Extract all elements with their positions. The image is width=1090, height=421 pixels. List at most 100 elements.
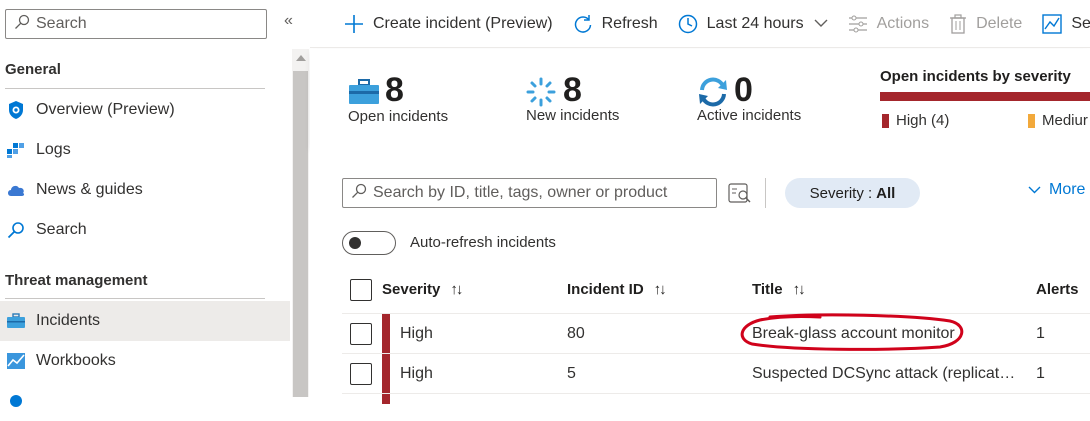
actions-label: Actions <box>876 14 930 32</box>
time-range-dropdown[interactable]: Last 24 hours <box>678 14 828 34</box>
delete-label: Delete <box>976 14 1023 32</box>
filter-divider <box>765 178 766 208</box>
table-row[interactable] <box>342 393 1090 404</box>
select-all-checkbox[interactable] <box>350 279 372 301</box>
search-icon <box>351 183 367 204</box>
open-incidents-label: Open incidents <box>348 108 449 125</box>
legend-swatch-high <box>882 113 889 128</box>
shield-icon <box>5 99 27 121</box>
active-incidents-label: Active incidents <box>697 107 802 124</box>
sort-icon: ↑↓ <box>653 281 667 298</box>
sidebar: Search « General Overview (Preview) Logs… <box>0 0 310 407</box>
legend-medium: Mediur <box>1028 112 1088 129</box>
plus-icon <box>344 14 364 34</box>
search-icon <box>14 14 30 35</box>
create-incident-button[interactable]: Create incident (Preview) <box>344 14 553 34</box>
more-filters-button[interactable]: More <box>1028 181 1085 199</box>
scan-search-icon[interactable] <box>728 181 752 210</box>
sidebar-item-search[interactable]: Search <box>0 210 290 250</box>
cell-incident-id: 5 <box>567 365 576 382</box>
column-header-severity[interactable]: Severity ↑↓ <box>382 281 463 298</box>
incident-search-placeholder: Search by ID, title, tags, owner or prod… <box>373 184 668 201</box>
scrollbar-thumb[interactable] <box>293 71 308 397</box>
clock-icon <box>678 14 698 34</box>
hunting-icon <box>5 390 27 412</box>
sidebar-search-input[interactable]: Search <box>5 9 267 39</box>
severity-filter-value: All <box>876 184 896 202</box>
legend-high-label: High (4) <box>896 112 950 129</box>
column-header-label: Alerts <box>1036 281 1079 298</box>
sidebar-item-logs[interactable]: Logs <box>0 130 290 170</box>
trash-icon <box>949 13 967 34</box>
legend-medium-label: Mediur <box>1042 112 1088 129</box>
command-bar: Create incident (Preview) Refresh Last 2… <box>310 0 1090 48</box>
column-header-label: Incident ID <box>567 281 644 298</box>
section-general: General <box>5 61 61 78</box>
collapse-sidebar-button[interactable]: « <box>284 12 293 30</box>
row-checkbox[interactable] <box>350 363 372 385</box>
severity-chart-title: Open incidents by severity <box>880 68 1071 85</box>
sidebar-item-news-guides[interactable]: News & guides <box>0 170 290 210</box>
legend-swatch-medium <box>1028 113 1035 128</box>
active-incidents-count: 0 <box>734 71 753 109</box>
legend-high: High (4) <box>882 112 949 129</box>
refresh-label: Refresh <box>601 14 658 32</box>
sidebar-item-label: News & guides <box>36 181 143 198</box>
sidebar-item-incidents[interactable]: Incidents <box>0 301 290 341</box>
sidebar-item-overview[interactable]: Overview (Preview) <box>0 90 290 130</box>
incidents-panel: Search by ID, title, tags, owner or prod… <box>310 147 1090 404</box>
cell-incident-id: 80 <box>567 325 585 342</box>
logs-icon <box>5 139 27 161</box>
new-incidents-label: New incidents <box>526 107 620 124</box>
briefcase-icon <box>348 79 380 110</box>
toggle-knob <box>349 237 361 249</box>
workbooks-icon <box>5 350 27 372</box>
severity-filter-key: Severity : <box>809 184 873 202</box>
sidebar-item-label: Workbooks <box>36 352 116 369</box>
open-incidents-count: 8 <box>385 71 404 109</box>
section-divider <box>5 298 265 299</box>
cell-title[interactable]: Suspected DCSync attack (replicat… <box>752 365 1015 383</box>
cell-alerts: 1 <box>1036 365 1045 382</box>
row-checkbox[interactable] <box>350 323 372 345</box>
section-threat-management: Threat management <box>5 272 148 289</box>
sort-icon: ↑↓ <box>792 281 806 298</box>
column-header-title[interactable]: Title ↑↓ <box>752 281 806 298</box>
auto-refresh-toggle[interactable] <box>342 231 396 255</box>
severity-filter-pill[interactable]: Severity : All <box>785 178 920 208</box>
refresh-button[interactable]: Refresh <box>573 14 658 34</box>
chevron-down-icon <box>814 15 828 33</box>
severity-indicator <box>382 354 390 393</box>
security-efficiency-button[interactable]: Se <box>1042 13 1090 34</box>
sidebar-item-partial[interactable] <box>0 381 290 421</box>
refresh-icon <box>573 14 593 34</box>
incident-search-input[interactable]: Search by ID, title, tags, owner or prod… <box>342 178 717 208</box>
time-range-label: Last 24 hours <box>706 14 804 32</box>
sidebar-search-placeholder: Search <box>36 15 87 32</box>
sidebar-item-label: Search <box>36 221 87 238</box>
annotation-circle <box>740 313 964 351</box>
new-incidents-count: 8 <box>563 71 582 109</box>
table-row[interactable]: High 80 Break-glass account monitor 1 <box>342 313 1090 353</box>
table-row[interactable]: High 5 Suspected DCSync attack (replicat… <box>342 353 1090 393</box>
column-header-label: Severity <box>382 281 441 298</box>
chevron-down-icon <box>1028 181 1041 199</box>
sidebar-item-label: Incidents <box>36 312 101 329</box>
sidebar-scrollbar[interactable] <box>292 49 309 397</box>
incident-metrics: 8 Open incidents 8 New incidents 0 Activ… <box>310 49 1090 147</box>
briefcase-icon <box>5 310 27 332</box>
extra-label: Se <box>1071 14 1090 32</box>
cell-severity: High <box>400 325 433 342</box>
delete-button[interactable]: Delete <box>949 13 1023 34</box>
sidebar-item-workbooks[interactable]: Workbooks <box>0 341 290 381</box>
section-divider <box>5 88 265 89</box>
more-filters-label: More <box>1049 181 1086 198</box>
severity-indicator <box>382 394 390 404</box>
column-header-label: Title <box>752 281 783 298</box>
scroll-up-arrow-icon[interactable] <box>296 55 306 61</box>
create-incident-label: Create incident (Preview) <box>373 14 553 32</box>
column-header-alerts[interactable]: Alerts <box>1036 281 1079 298</box>
cell-alerts: 1 <box>1036 325 1045 342</box>
actions-button[interactable]: Actions <box>848 15 929 33</box>
column-header-incident-id[interactable]: Incident ID ↑↓ <box>567 281 667 298</box>
